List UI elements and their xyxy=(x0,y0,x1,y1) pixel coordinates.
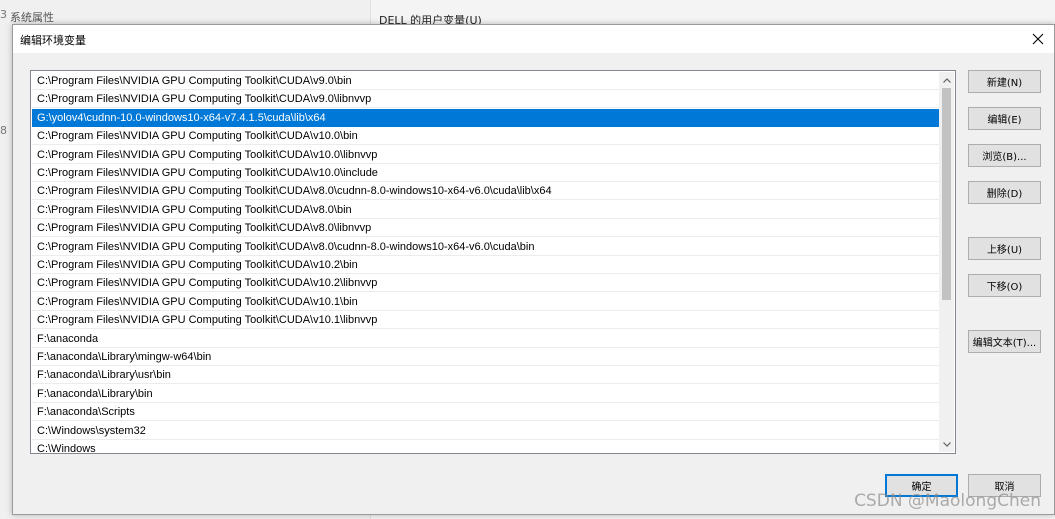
chevron-down-icon xyxy=(942,441,951,447)
move-down-button[interactable]: 下移(O) xyxy=(968,274,1041,297)
list-item[interactable]: F:\anaconda\Library\mingw-w64\bin xyxy=(32,348,939,366)
list-item[interactable]: C:\Program Files\NVIDIA GPU Computing To… xyxy=(32,145,939,164)
cancel-button[interactable]: 取消 xyxy=(968,474,1041,497)
list-item[interactable]: F:\anaconda\Library\bin xyxy=(32,384,939,403)
chevron-up-icon xyxy=(942,77,951,83)
list-item[interactable]: C:\Program Files\NVIDIA GPU Computing To… xyxy=(32,90,939,109)
background-window-title: 系统属性 xyxy=(10,11,54,24)
scroll-down-arrow[interactable] xyxy=(939,436,954,452)
list-item[interactable]: C:\Program Files\NVIDIA GPU Computing To… xyxy=(32,311,939,330)
list-item[interactable]: C:\Program Files\NVIDIA GPU Computing To… xyxy=(32,72,939,90)
list-item[interactable]: F:\anaconda\Scripts xyxy=(32,403,939,422)
scrollbar-thumb[interactable] xyxy=(942,88,951,300)
ok-button[interactable]: 确定 xyxy=(885,474,958,497)
left-edge-glyph-2: 8 xyxy=(0,124,7,137)
dialog-title: 编辑环境变量 xyxy=(20,34,86,47)
list-item[interactable]: C:\Program Files\NVIDIA GPU Computing To… xyxy=(32,127,939,146)
list-item[interactable]: C:\Windows\system32 xyxy=(32,421,939,440)
close-icon xyxy=(1032,33,1044,45)
list-item[interactable]: C:\Program Files\NVIDIA GPU Computing To… xyxy=(32,182,939,201)
dialog-titlebar: 编辑环境变量 xyxy=(13,25,1054,53)
left-edge-glyph: 3 xyxy=(0,8,7,21)
list-item[interactable]: F:\anaconda xyxy=(32,329,939,348)
edit-text-button[interactable]: 编辑文本(T)... xyxy=(968,330,1041,353)
list-item[interactable]: C:\Windows xyxy=(32,440,939,453)
list-item[interactable]: C:\Program Files\NVIDIA GPU Computing To… xyxy=(32,237,939,256)
edit-button[interactable]: 编辑(E) xyxy=(968,107,1041,130)
list-item[interactable]: C:\Program Files\NVIDIA GPU Computing To… xyxy=(32,219,939,238)
move-up-button[interactable]: 上移(U) xyxy=(968,237,1041,260)
scroll-up-arrow[interactable] xyxy=(939,72,954,88)
list-item[interactable]: C:\Program Files\NVIDIA GPU Computing To… xyxy=(32,200,939,219)
edit-env-var-dialog: 编辑环境变量 C:\Program Files\NVIDIA GPU Compu… xyxy=(12,24,1055,515)
list-item[interactable]: C:\Program Files\NVIDIA GPU Computing To… xyxy=(32,164,939,182)
browse-button[interactable]: 浏览(B)... xyxy=(968,144,1041,167)
path-list[interactable]: C:\Program Files\NVIDIA GPU Computing To… xyxy=(30,70,956,454)
list-item[interactable]: C:\Program Files\NVIDIA GPU Computing To… xyxy=(32,274,939,293)
list-item[interactable]: F:\anaconda\Library\usr\bin xyxy=(32,366,939,385)
vertical-scrollbar[interactable] xyxy=(939,72,954,452)
list-item[interactable]: G:\yolov4\cudnn-10.0-windows10-x64-v7.4.… xyxy=(32,108,939,127)
list-item[interactable]: C:\Program Files\NVIDIA GPU Computing To… xyxy=(32,292,939,311)
delete-button[interactable]: 删除(D) xyxy=(968,181,1041,204)
new-button[interactable]: 新建(N) xyxy=(968,70,1041,93)
close-button[interactable] xyxy=(1022,25,1054,53)
list-item[interactable]: C:\Program Files\NVIDIA GPU Computing To… xyxy=(32,256,939,274)
